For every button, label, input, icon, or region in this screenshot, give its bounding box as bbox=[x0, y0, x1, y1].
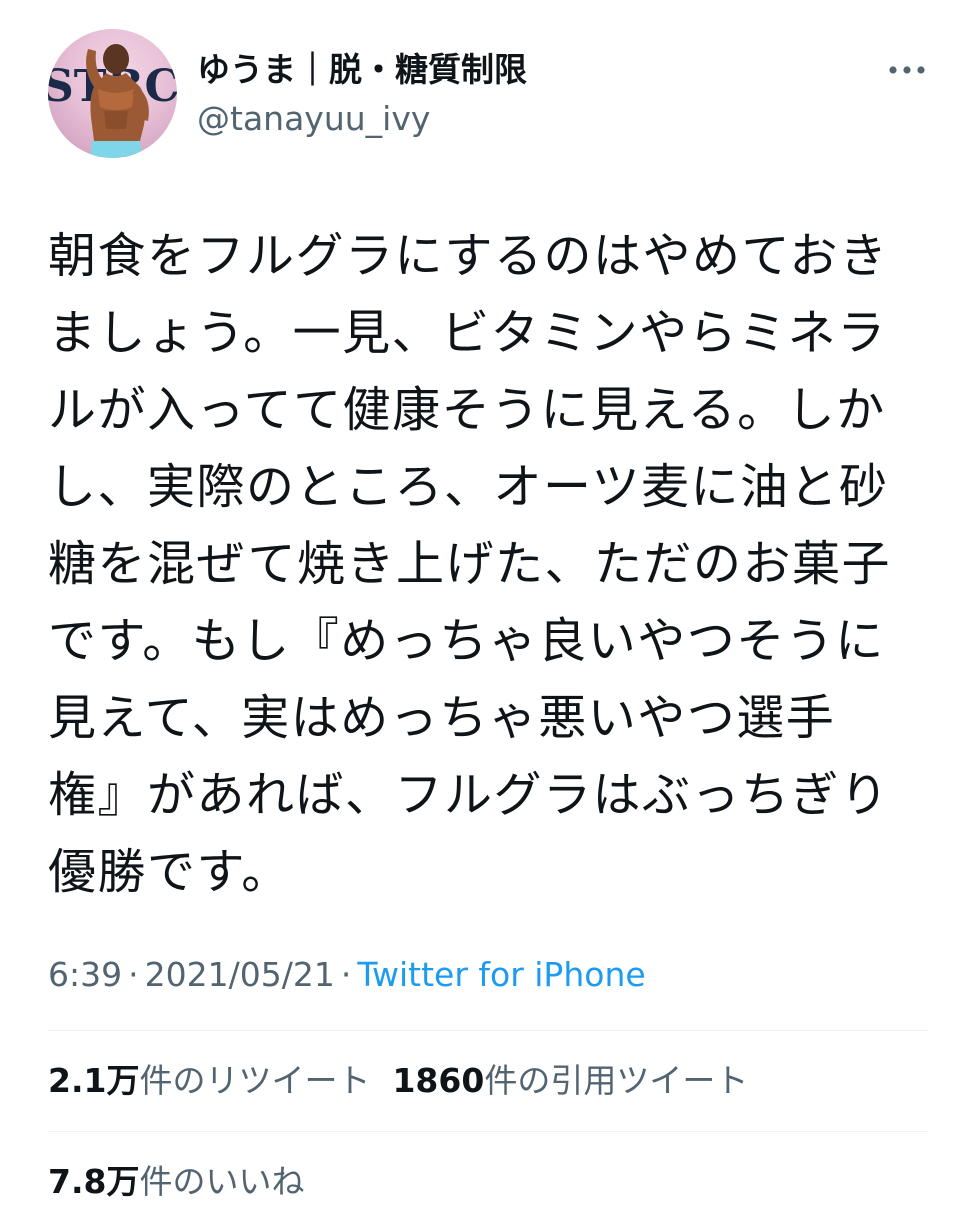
quotes-count: 1860 bbox=[392, 1061, 485, 1100]
likes-count: 7.8万 bbox=[48, 1162, 140, 1201]
divider bbox=[48, 1030, 928, 1031]
retweets-label: 件のリツイート bbox=[139, 1061, 371, 1100]
tweet-meta: 6:39 · 2021/05/21 · Twitter for iPhone bbox=[48, 953, 646, 997]
quotes-label: 件の引用ツイート bbox=[484, 1061, 749, 1100]
tweet-source-link[interactable]: Twitter for iPhone bbox=[357, 955, 645, 994]
quotes-stat[interactable]: 1860件の引用ツイート bbox=[392, 1061, 748, 1100]
meta-separator: · bbox=[340, 955, 352, 994]
avatar[interactable]: STBC bbox=[48, 29, 177, 158]
tweet-time[interactable]: 6:39 bbox=[48, 955, 122, 994]
tweet-detail: STBC ゆうま｜脱・糖質制限 @tanayuu_ivy 朝食をフルグラにするの… bbox=[0, 0, 960, 1229]
meta-separator: · bbox=[128, 955, 139, 994]
retweets-stat[interactable]: 2.1万件のリツイート bbox=[48, 1061, 370, 1100]
user-handle[interactable]: @tanayuu_ivy bbox=[197, 98, 430, 140]
display-name[interactable]: ゆうま｜脱・糖質制限 bbox=[197, 48, 527, 92]
stats-row-likes: 7.8万件のいいね bbox=[48, 1160, 326, 1204]
divider bbox=[48, 1131, 928, 1132]
likes-stat[interactable]: 7.8万件のいいね bbox=[48, 1162, 304, 1201]
more-horizontal-icon[interactable] bbox=[885, 56, 929, 84]
tweet-text: 朝食をフルグラにするのはやめておき ましょう。一見、ビタミンやらミネラ ルが入っ… bbox=[48, 228, 891, 900]
stats-row-shares: 2.1万件のリツイート 1860件の引用ツイート bbox=[48, 1059, 770, 1103]
retweets-count: 2.1万 bbox=[48, 1061, 140, 1100]
likes-label: 件のいいね bbox=[139, 1162, 305, 1201]
avatar-image: STBC bbox=[48, 44, 177, 158]
tweet-date[interactable]: 2021/05/21 bbox=[145, 955, 335, 994]
